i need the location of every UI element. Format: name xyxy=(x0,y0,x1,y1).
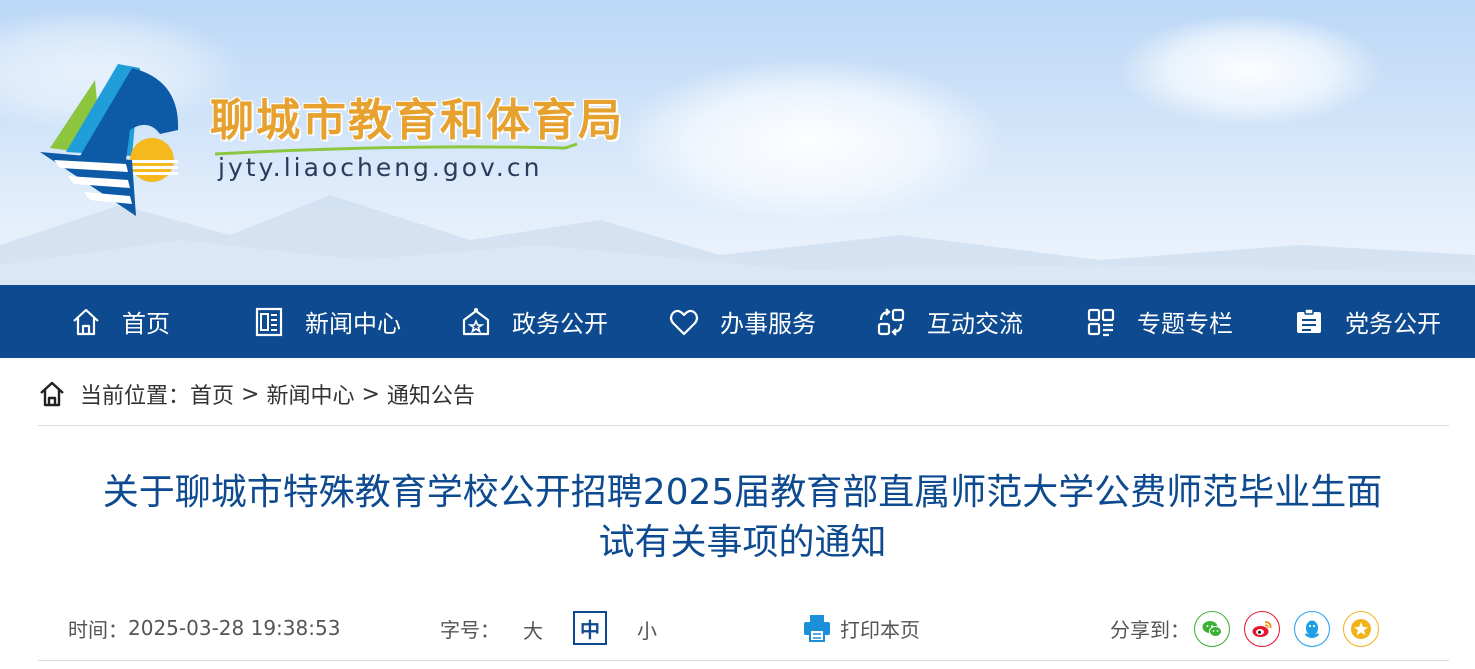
print-button[interactable]: 打印本页 xyxy=(802,603,920,653)
breadcrumb-separator: > xyxy=(241,381,260,407)
article-meta: 时间： 2025-03-28 19:38:53 字号： 大 中 小 打印本页 分… xyxy=(0,603,1475,653)
share-label: 分享到： xyxy=(1110,617,1190,642)
grid-icon xyxy=(1087,308,1115,336)
nav-item-label: 互动交流 xyxy=(927,310,1023,338)
breadcrumb-divider xyxy=(38,425,1449,426)
nav-item-label: 办事服务 xyxy=(720,310,816,338)
cloud-decoration xyxy=(1120,15,1380,125)
nav-item-label: 政务公开 xyxy=(512,310,608,338)
qzone-icon xyxy=(1351,619,1371,639)
home-icon xyxy=(40,381,64,407)
nav-item-gov-affairs[interactable]: 政务公开 xyxy=(460,285,608,358)
weibo-icon xyxy=(1252,621,1272,637)
meta-divider xyxy=(38,660,1449,661)
wechat-icon xyxy=(1202,621,1222,637)
breadcrumb-separator: > xyxy=(361,381,380,407)
breadcrumb-link-notices[interactable]: 通知公告 xyxy=(387,378,475,410)
newspaper-icon xyxy=(255,307,283,336)
heart-icon xyxy=(669,309,699,335)
nav-item-interaction[interactable]: 互动交流 xyxy=(875,285,1023,358)
nav-item-special-topics[interactable]: 专题专栏 xyxy=(1085,285,1233,358)
font-size-small-button[interactable]: 小 xyxy=(634,613,660,645)
nav-item-label: 新闻中心 xyxy=(305,310,401,338)
nav-item-party-affairs[interactable]: 党务公开 xyxy=(1293,285,1441,358)
article-title-line: 关于聊城市特殊教育学校公开招聘2025届教育部直属师范大学公费师范毕业生面 xyxy=(102,472,1383,513)
bureau-logo-icon xyxy=(40,64,179,216)
header-banner: 聊城市教育和体育局 jyty.liaocheng.gov.cn xyxy=(0,0,1475,285)
government-icon xyxy=(462,307,490,335)
share-qzone-button[interactable] xyxy=(1343,611,1379,647)
nav-item-label: 首页 xyxy=(122,310,170,338)
publish-time: 时间： 2025-03-28 19:38:53 xyxy=(68,603,340,653)
nav-item-label: 党务公开 xyxy=(1345,310,1441,338)
nav-item-services[interactable]: 办事服务 xyxy=(668,285,816,358)
nav-item-home[interactable]: 首页 xyxy=(70,285,170,358)
breadcrumb: 当前位置： 首页 > 新闻中心 > 通知公告 xyxy=(38,372,475,416)
qq-icon xyxy=(1305,620,1319,638)
time-label: 时间： xyxy=(68,617,128,642)
home-icon xyxy=(73,308,99,335)
share-weibo-button[interactable] xyxy=(1244,611,1280,647)
interaction-icon xyxy=(877,307,905,336)
main-nav: 首页 新闻中心 政务公开 办事服务 互动交流 专题专栏 党务公开 xyxy=(0,285,1475,358)
font-size-large-button[interactable]: 大 xyxy=(520,613,546,645)
nav-item-news[interactable]: 新闻中心 xyxy=(253,285,401,358)
printer-icon xyxy=(804,615,830,642)
font-size-medium-button[interactable]: 中 xyxy=(573,611,607,645)
article-title-line: 试有关事项的通知 xyxy=(598,522,887,563)
breadcrumb-link-home[interactable]: 首页 xyxy=(190,378,234,410)
site-title: 聊城市教育和体育局 xyxy=(210,95,624,146)
print-label: 打印本页 xyxy=(840,617,920,642)
breadcrumb-link-news[interactable]: 新闻中心 xyxy=(266,378,354,410)
breadcrumb-prefix: 当前位置： xyxy=(80,384,191,409)
article-title: 关于聊城市特殊教育学校公开招聘2025届教育部直属师范大学公费师范毕业生面 试有… xyxy=(40,468,1445,568)
share-wechat-button[interactable] xyxy=(1194,611,1230,647)
time-value: 2025-03-28 19:38:53 xyxy=(128,616,341,640)
mountain-silhouette xyxy=(0,195,1475,285)
nav-item-label: 专题专栏 xyxy=(1137,310,1233,338)
share-qq-button[interactable] xyxy=(1294,611,1330,647)
site-url: jyty.liaocheng.gov.cn xyxy=(218,153,543,182)
party-affairs-icon xyxy=(1297,307,1321,333)
font-size-label: 字号： xyxy=(440,617,500,642)
